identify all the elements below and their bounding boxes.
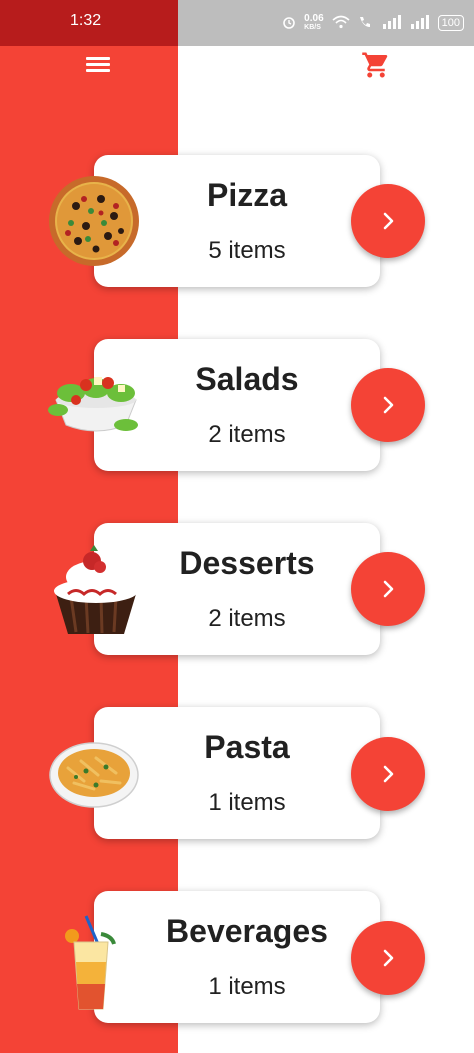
chevron-right-icon <box>383 949 394 967</box>
open-category-desserts-button[interactable] <box>351 552 425 626</box>
network-speed: 0.06 KB/S <box>304 13 324 32</box>
salad-icon <box>46 355 146 455</box>
category-count: 1 items <box>208 789 286 816</box>
category-count: 2 items <box>208 421 286 448</box>
status-bar: 1:32 0.06 KB/S 100 <box>0 0 474 46</box>
chevron-right-icon <box>383 765 394 783</box>
menu-icon <box>86 57 110 60</box>
call-icon <box>358 15 374 32</box>
pasta-icon <box>46 723 146 823</box>
category-count: 1 items <box>208 973 286 1000</box>
category-title: Pizza <box>206 177 288 213</box>
open-category-pizza-button[interactable] <box>351 184 425 258</box>
category-title: Pasta <box>204 729 290 765</box>
category-title: Salads <box>195 361 299 397</box>
open-category-beverages-button[interactable] <box>351 921 425 995</box>
category-count: 5 items <box>208 237 286 264</box>
battery-indicator: 100 <box>437 15 464 31</box>
chevron-right-icon <box>383 580 394 598</box>
menu-button[interactable] <box>84 54 112 78</box>
pizza-icon <box>46 171 146 271</box>
cart-icon <box>362 52 388 78</box>
category-count: 2 items <box>208 605 286 632</box>
chevron-right-icon <box>383 396 394 414</box>
chevron-right-icon <box>383 212 394 230</box>
beverage-icon <box>46 914 146 1014</box>
open-category-salads-button[interactable] <box>351 368 425 442</box>
status-time: 1:32 <box>70 12 102 29</box>
dessert-icon <box>46 539 146 639</box>
alarm-icon <box>282 15 296 32</box>
wifi-icon <box>332 15 350 32</box>
category-title: Desserts <box>179 545 315 581</box>
cart-button[interactable] <box>360 50 392 80</box>
signal-icon-2 <box>410 14 430 32</box>
signal-icon <box>382 14 402 32</box>
category-title: Beverages <box>166 913 328 949</box>
open-category-pasta-button[interactable] <box>351 737 425 811</box>
